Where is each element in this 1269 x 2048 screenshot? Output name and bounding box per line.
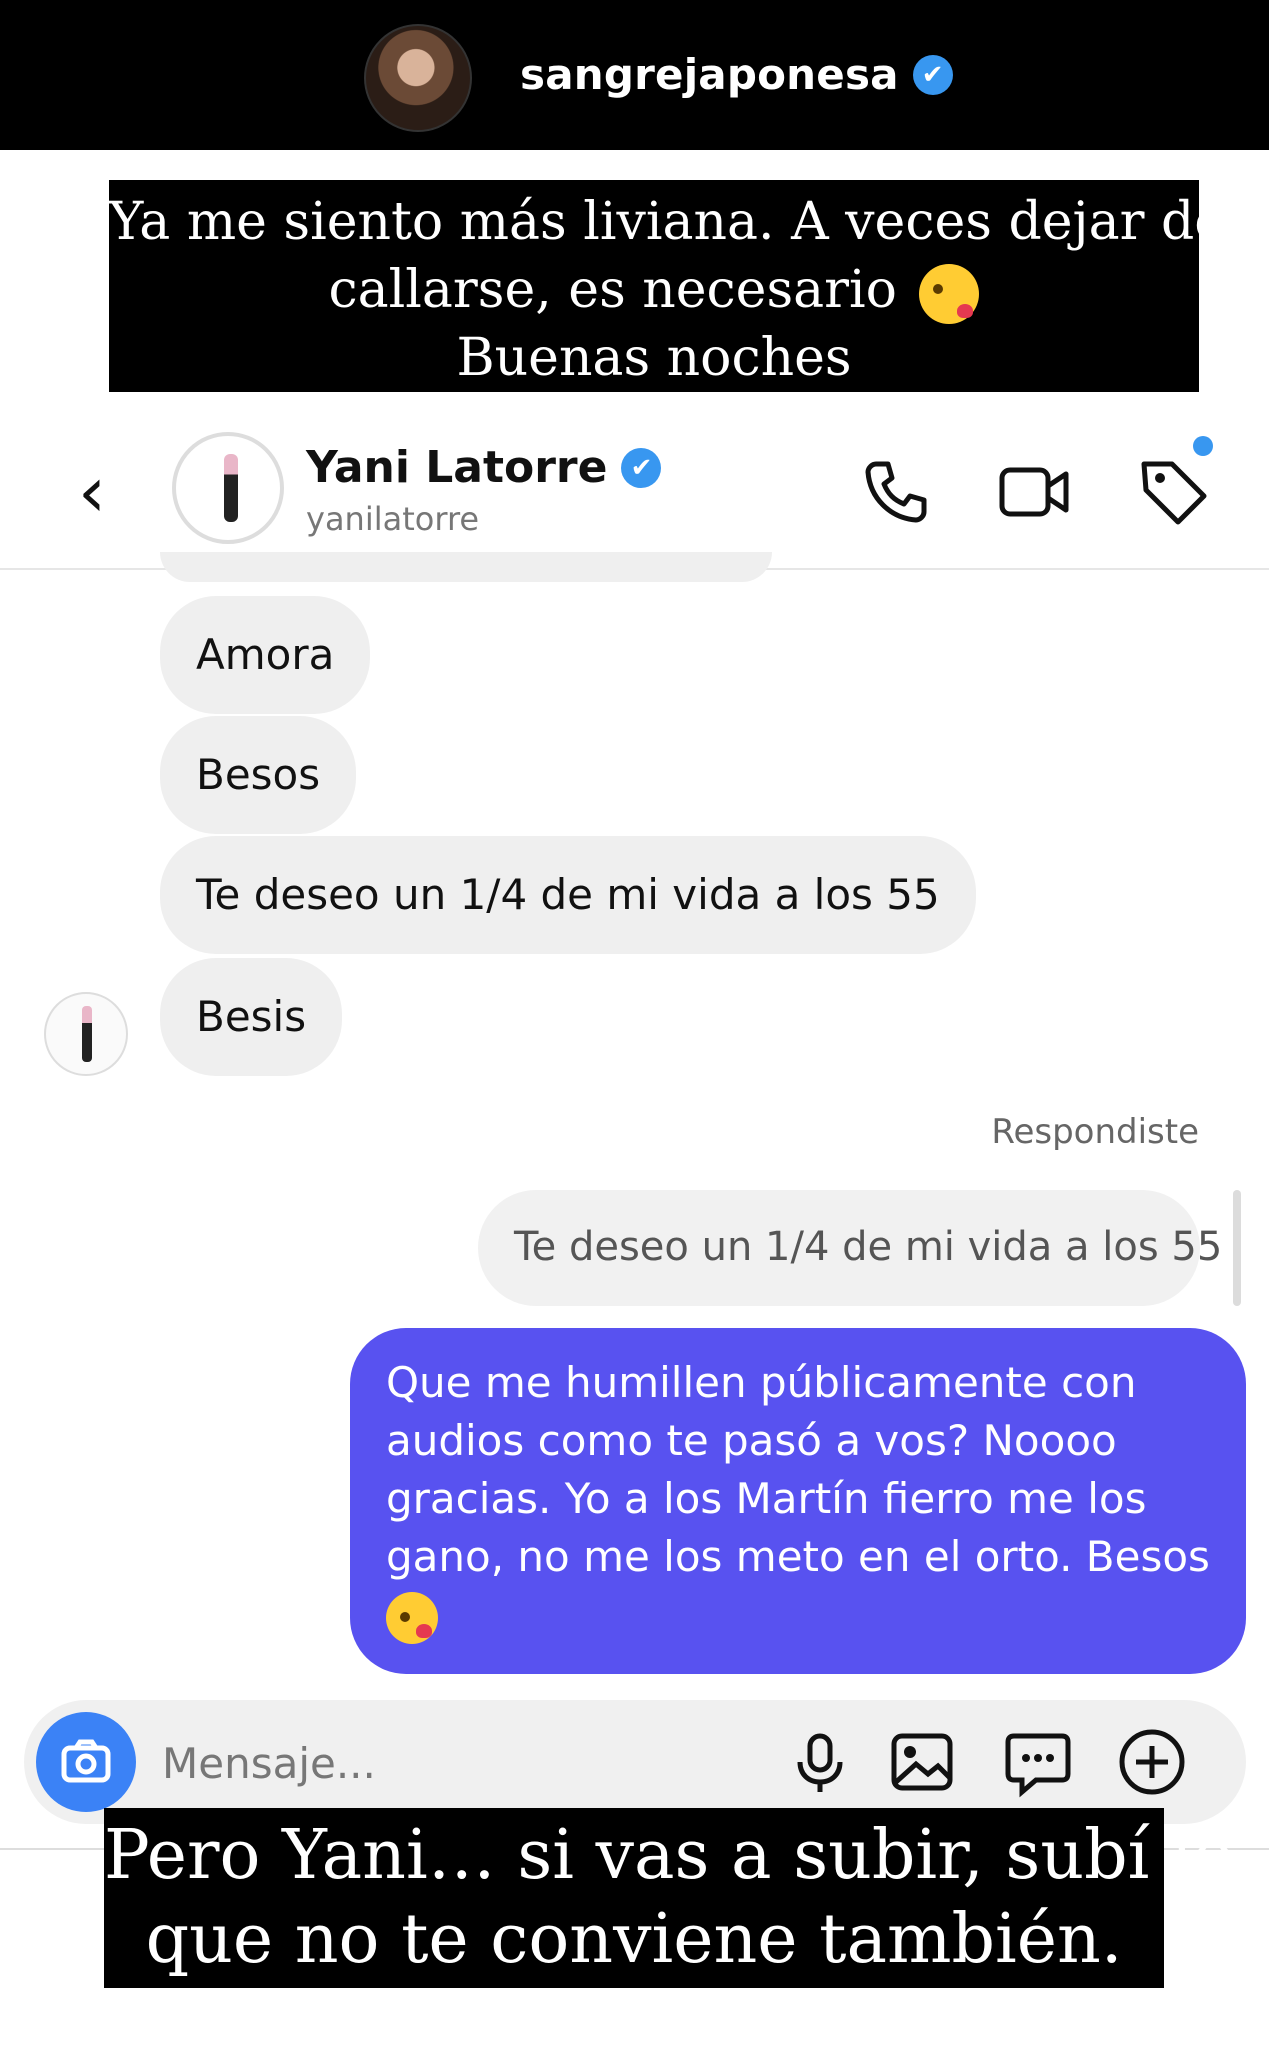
camera-button[interactable] xyxy=(36,1712,136,1812)
quoted-message[interactable]: Te deseo un 1/4 de mi vida a los 55 xyxy=(478,1190,1222,1306)
replied-label: Respondiste xyxy=(991,1112,1199,1152)
received-message[interactable]: Besos xyxy=(160,716,357,834)
received-message[interactable]: Te deseo un 1/4 de mi vida a los 55 xyxy=(160,836,976,954)
phone-icon[interactable] xyxy=(858,454,934,530)
sent-message-line: gracias. Yo a los Martín fierro me los xyxy=(386,1474,1147,1523)
kiss-emoji-icon xyxy=(919,263,980,324)
caption-top-line-1: Ya me siento más liviana. A veces dejar … xyxy=(109,192,1226,252)
partial-message-bubble xyxy=(160,552,772,582)
verified-badge-icon: ✔ xyxy=(621,447,662,488)
caption-bottom-line-2: que no te conviene también. xyxy=(145,1900,1123,1979)
received-message[interactable]: Besis xyxy=(160,958,343,1076)
sent-message[interactable]: Que me humillen públicamente con audios … xyxy=(350,1328,1246,1674)
sent-message-line: gano, no me los meto en el orto. Besos xyxy=(386,1532,1210,1581)
story-username[interactable]: sangrejaponesa ✔ xyxy=(520,50,953,99)
message-composer xyxy=(24,1700,1246,1824)
caption-bottom-line-1: Pero Yani… si vas a subir, subí lo xyxy=(104,1816,1234,1895)
story-caption-bottom: Pero Yani… si vas a subir, subí lo que n… xyxy=(104,1808,1234,1988)
contact-avatar[interactable] xyxy=(172,432,284,544)
tag-icon[interactable] xyxy=(1136,454,1212,530)
kiss-emoji-icon xyxy=(386,1591,438,1644)
caption-top-line-2: callarse, es necesario xyxy=(328,260,897,320)
gallery-icon[interactable] xyxy=(886,1726,958,1798)
camera-icon xyxy=(61,1739,111,1783)
avatar-figure xyxy=(224,454,238,522)
sent-message-line: Que me humillen públicamente con xyxy=(386,1358,1137,1407)
microphone-icon[interactable] xyxy=(784,1726,856,1798)
contact-name: Yani Latorre xyxy=(306,442,608,493)
story-caption-top: Ya me siento más liviana. A veces dejar … xyxy=(109,180,1226,392)
sent-message-line: audios como te pasó a vos? Noooo xyxy=(386,1416,1117,1465)
contact-name-row[interactable]: Yani Latorre ✔ xyxy=(306,442,662,493)
avatar-figure xyxy=(82,1006,92,1062)
quote-indicator-bar xyxy=(1233,1190,1241,1306)
sender-avatar[interactable] xyxy=(44,992,128,1076)
caption-top-line-3: Buenas noches xyxy=(456,328,852,388)
message-input[interactable] xyxy=(160,1730,764,1796)
story-avatar[interactable] xyxy=(364,24,472,132)
video-camera-icon[interactable] xyxy=(996,454,1072,530)
notification-dot xyxy=(1193,436,1213,456)
contact-handle: yanilatorre xyxy=(306,500,480,538)
plus-icon[interactable] xyxy=(1116,1726,1188,1798)
chat-screenshot: ‹ Yani Latorre ✔ yanilatorre Amora Besos… xyxy=(0,412,1269,2048)
verified-badge-icon: ✔ xyxy=(912,54,953,95)
back-button[interactable]: ‹ xyxy=(78,457,128,527)
story-header: sangrejaponesa ✔ xyxy=(0,0,1269,150)
sticker-icon[interactable] xyxy=(1002,1726,1074,1798)
chat-header: ‹ Yani Latorre ✔ yanilatorre xyxy=(0,412,1269,570)
story-username-text: sangrejaponesa xyxy=(520,50,899,99)
received-message[interactable]: Amora xyxy=(160,596,371,714)
